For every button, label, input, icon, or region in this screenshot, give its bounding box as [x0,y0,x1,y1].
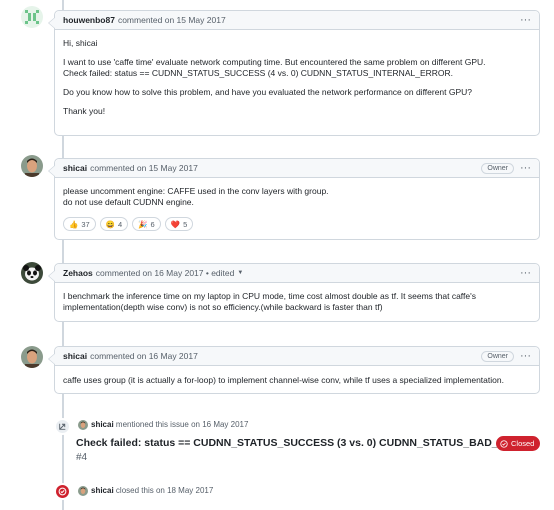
avatar-shicai[interactable] [78,486,88,496]
owner-badge: Owner [481,162,514,174]
comment-2: shicai commented on 15 May 2017 Owner ··… [48,158,540,240]
avatar-shicai[interactable] [21,346,43,368]
comment-paragraph: please uncomment engine: CAFFE used in t… [63,186,329,196]
comment-paragraph: caffe uses group (it is actually a for-l… [63,375,504,385]
issue-closed-icon [500,439,508,448]
comment-header: houwenbo87 commented on 15 May 2017 ··· [55,11,539,30]
avatar-houwenbo87[interactable] [21,6,43,28]
owner-badge: Owner [481,350,514,362]
comment-timestamp[interactable]: commented on 15 May 2017 [90,163,198,173]
comment-paragraph: Check failed: status == CUDNN_STATUS_SUC… [63,68,453,78]
avatar-shicai[interactable] [78,420,88,430]
closed-state-badge: Closed [496,436,541,451]
comment-author[interactable]: shicai [63,163,87,173]
comment-paragraph: I want to use 'caffe time' evaluate netw… [63,57,486,67]
reaction-thumbs-up[interactable]: 👍 37 [63,217,96,231]
kebab-menu-icon[interactable]: ··· [520,14,531,26]
comment-paragraph: implementation(depth wise conv) is not s… [63,302,383,312]
comment-body: please uncomment engine: CAFFE used in t… [55,178,539,239]
comment-body: Hi, shicai I want to use 'caffe time' ev… [55,30,539,125]
comment-timestamp[interactable]: commented on 16 May 2017 • edited [96,268,235,278]
reaction-tada[interactable]: 🎉 6 [132,217,161,231]
avatar-zehaos[interactable] [21,262,43,284]
reaction-heart[interactable]: ❤️ 5 [164,217,194,231]
comment-timestamp[interactable]: commented on 16 May 2017 [90,351,198,361]
referenced-issue-title[interactable]: Check failed: status == CUDNN_STATUS_SUC… [76,437,535,449]
dropdown-caret-icon[interactable]: ▼ [237,270,243,276]
event-description: mentioned this issue on 16 May 2017 [115,420,249,430]
comment-header: Zehaos commented on 16 May 2017 • edited… [55,264,539,283]
comment-timestamp[interactable]: commented on 15 May 2017 [118,15,226,25]
closed-event: shicai closed this on 18 May 2017 [78,486,213,496]
comment-paragraph: do not use default CUDNN engine. [63,197,194,207]
reaction-smile[interactable]: 😄 4 [99,217,129,231]
avatar-shicai[interactable] [21,155,43,177]
comment-header: shicai commented on 16 May 2017 Owner ··… [55,347,539,366]
comment-4: shicai commented on 16 May 2017 Owner ··… [48,346,540,394]
comment-1: houwenbo87 commented on 15 May 2017 ··· … [48,10,540,136]
event-author[interactable]: shicai [91,486,114,495]
referenced-issue-number: #4 [76,452,88,463]
comment-body: caffe uses group (it is actually a for-l… [55,366,539,394]
comment-header: shicai commented on 15 May 2017 Owner ··… [55,159,539,178]
event-author[interactable]: shicai [91,420,114,429]
event-description: closed this on 18 May 2017 [115,486,214,496]
comment-author[interactable]: Zehaos [63,268,93,278]
comment-author[interactable]: houwenbo87 [63,15,115,25]
kebab-menu-icon[interactable]: ··· [520,162,531,174]
comment-3: Zehaos commented on 16 May 2017 • edited… [48,263,540,322]
kebab-menu-icon[interactable]: ··· [520,267,531,279]
reactions-bar: 👍 37 😄 4 🎉 6 ❤️ 5 [63,217,531,231]
comment-paragraph: I benchmark the inference time on my lap… [63,291,476,301]
comment-body: I benchmark the inference time on my lap… [55,283,539,321]
comment-paragraph: Do you know how to solve this problem, a… [63,87,473,97]
issue-closed-icon [54,483,71,500]
comment-paragraph: Hi, shicai [63,38,98,48]
cross-reference-icon [54,418,71,435]
comment-author[interactable]: shicai [63,351,87,361]
mention-event: shicai mentioned this issue on 16 May 20… [78,420,248,430]
comment-paragraph: Thank you! [63,106,106,116]
kebab-menu-icon[interactable]: ··· [520,350,531,362]
